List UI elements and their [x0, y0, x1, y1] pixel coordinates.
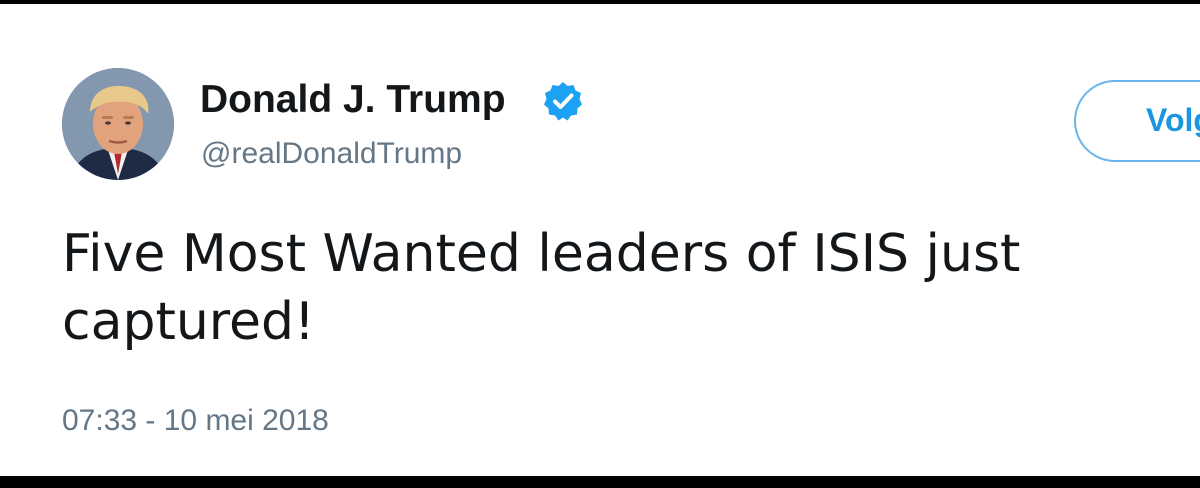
author-display-name[interactable]: Donald J. Trump — [200, 78, 506, 122]
tweet-text: Five Most Wanted leaders of ISIS just ca… — [62, 224, 1021, 352]
tweet-timestamp[interactable]: 07:33 - 10 mei 2018 — [62, 404, 329, 438]
follow-button-label: Volg — [1146, 102, 1200, 138]
video-frame: Donald J. Trump @realDonaldTrump Volg Fi… — [0, 0, 1200, 488]
tweet-card: Donald J. Trump @realDonaldTrump Volg Fi… — [0, 4, 1200, 476]
author-handle[interactable]: @realDonaldTrump — [201, 137, 462, 171]
avatar[interactable] — [62, 68, 174, 180]
follow-button[interactable]: Volg — [1074, 80, 1200, 162]
verified-badge-icon — [544, 82, 582, 121]
